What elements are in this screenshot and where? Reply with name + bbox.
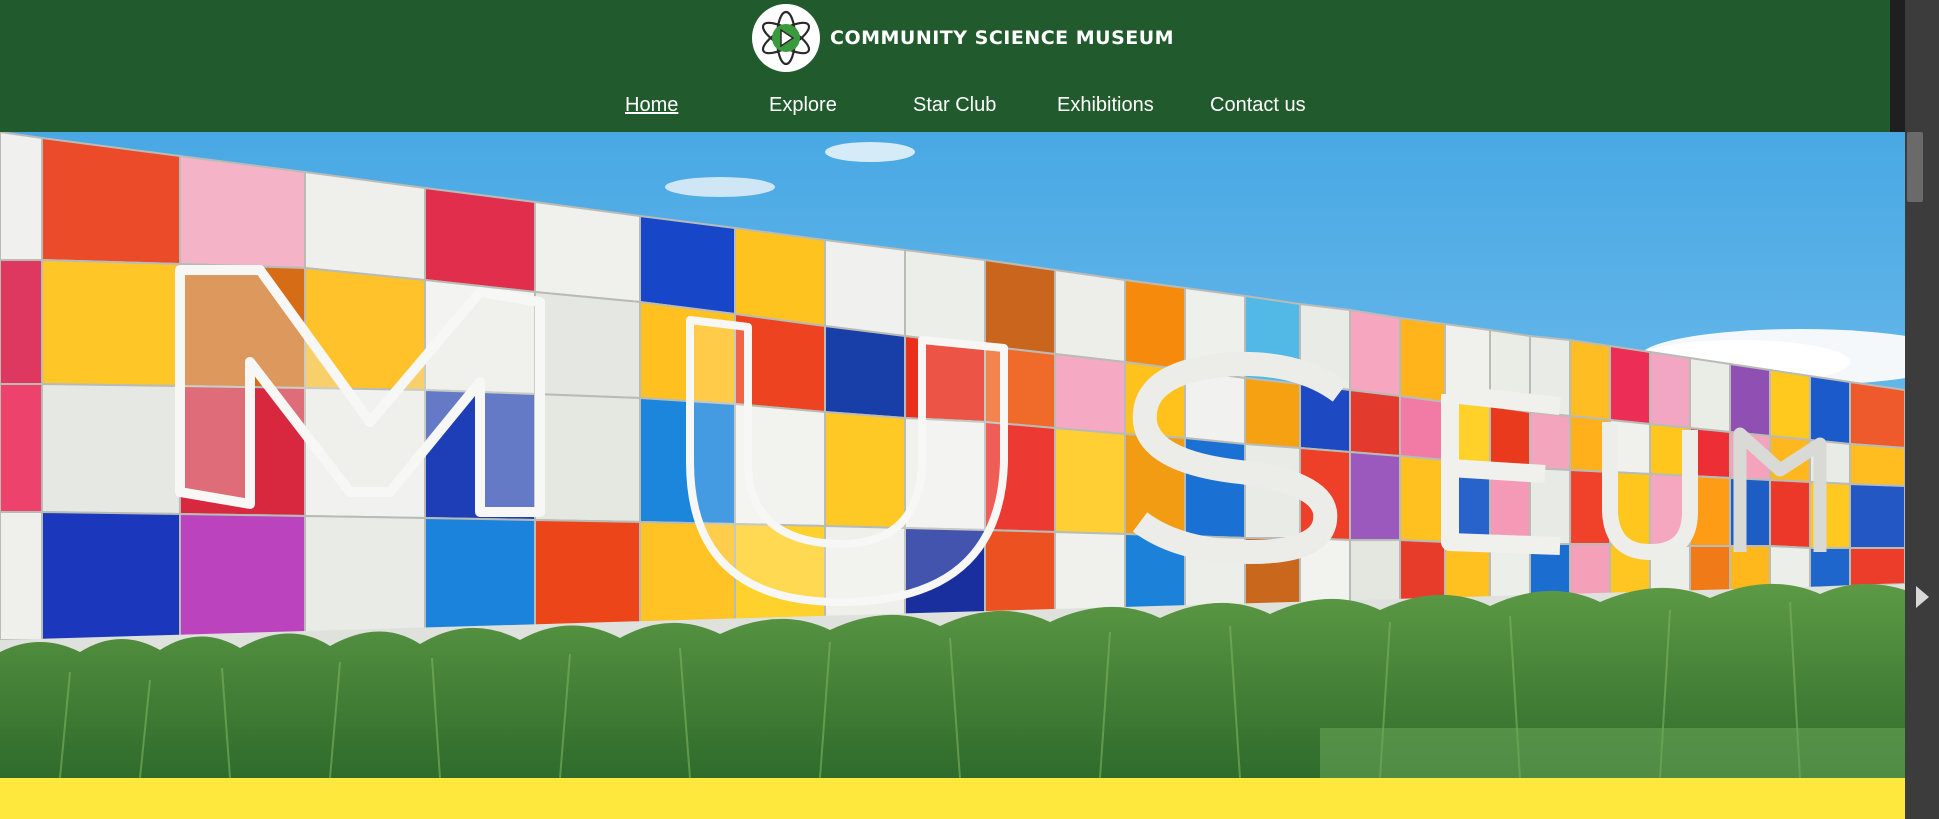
chevron-right-icon[interactable] — [1916, 586, 1929, 608]
museum-wall-illustration — [0, 132, 1905, 778]
vertical-scrollbar[interactable] — [1905, 0, 1939, 819]
yellow-section — [0, 778, 1905, 819]
museum-logo-icon[interactable] — [752, 4, 820, 72]
brand[interactable]: Community Science Museum — [752, 3, 1174, 73]
site-header: Community Science Museum Home Explore St… — [0, 0, 1890, 132]
nav-explore[interactable]: Explore — [769, 94, 837, 117]
main-nav: Home Explore Star Club Exhibitions Conta… — [0, 88, 1890, 124]
nav-star-club[interactable]: Star Club — [913, 94, 996, 117]
scrollbar-track — [1890, 0, 1905, 132]
nav-home[interactable]: Home — [625, 94, 678, 117]
nav-contact-us[interactable]: Contact us — [1210, 94, 1306, 117]
site-name[interactable]: Community Science Museum — [830, 27, 1174, 49]
hero-image — [0, 132, 1905, 778]
scrollbar-thumb[interactable] — [1907, 132, 1923, 202]
nav-exhibitions[interactable]: Exhibitions — [1057, 94, 1154, 117]
